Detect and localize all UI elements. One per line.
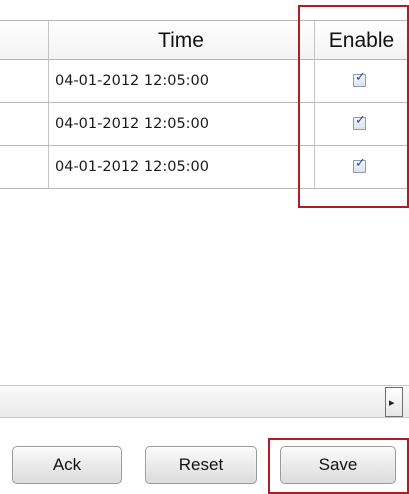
save-button[interactable]: Save <box>280 446 396 484</box>
horizontal-scrollbar[interactable]: ▸ <box>0 385 409 418</box>
column-divider <box>48 103 49 146</box>
enable-checkbox[interactable]: ✓ <box>353 70 366 87</box>
check-icon: ✓ <box>355 70 366 85</box>
table-header: Time Enable <box>0 20 409 61</box>
table-row[interactable]: 04-01-2012 12:05:00 ✓ <box>0 60 409 103</box>
column-divider <box>314 60 315 103</box>
enable-checkbox[interactable]: ✓ <box>353 113 366 130</box>
scroll-right-button[interactable]: ▸ <box>385 387 403 417</box>
header-time[interactable]: Time <box>48 29 314 53</box>
header-enable[interactable]: Enable <box>314 29 409 53</box>
column-divider <box>314 146 315 189</box>
arrow-right-icon: ▸ <box>389 396 395 409</box>
reset-button[interactable]: Reset <box>145 446 257 484</box>
column-divider <box>48 146 49 189</box>
time-cell: 04-01-2012 12:05:00 <box>55 116 209 132</box>
table-row[interactable]: 04-01-2012 12:05:00 ✓ <box>0 103 409 146</box>
column-divider <box>314 103 315 146</box>
enable-checkbox[interactable]: ✓ <box>353 156 366 173</box>
ack-button[interactable]: Ack <box>12 446 122 484</box>
alarm-table: Time Enable 04-01-2012 12:05:00 ✓ 04-01-… <box>0 0 409 430</box>
check-icon: ✓ <box>355 156 366 171</box>
check-icon: ✓ <box>355 113 366 128</box>
column-divider <box>48 60 49 103</box>
time-cell: 04-01-2012 12:05:00 <box>55 159 209 175</box>
time-cell: 04-01-2012 12:05:00 <box>55 73 209 89</box>
table-row[interactable]: 04-01-2012 12:05:00 ✓ <box>0 146 409 189</box>
